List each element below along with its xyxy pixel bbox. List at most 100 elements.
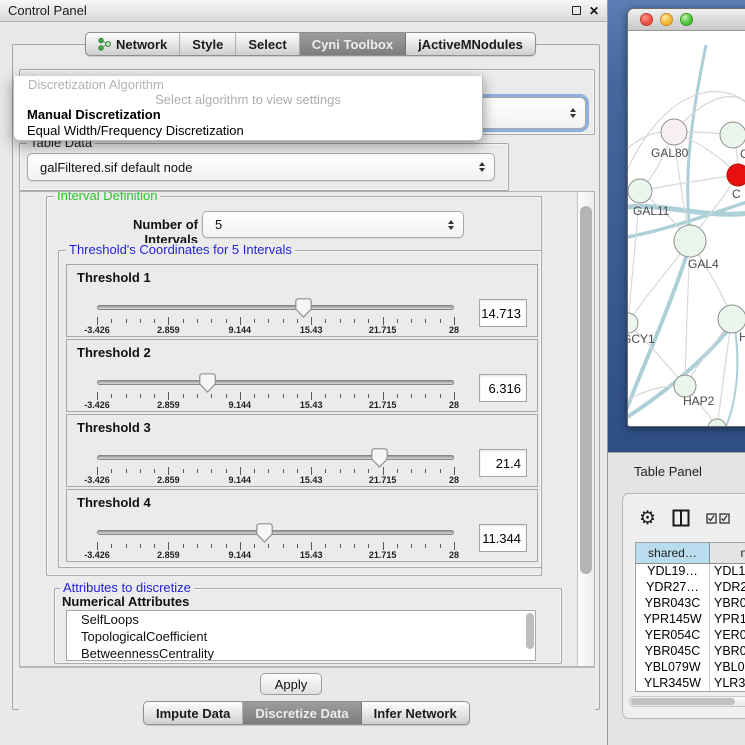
table-row[interactable]: YDL19…YDL1 bbox=[636, 564, 745, 580]
horizontal-scrollbar[interactable] bbox=[629, 696, 745, 707]
node-label: HAP2 bbox=[683, 394, 715, 408]
tab-style[interactable]: Style bbox=[180, 33, 236, 55]
table-cell: YDL19… bbox=[636, 564, 710, 580]
popup-item-manual-discretization[interactable]: Manual Discretization bbox=[14, 107, 482, 123]
threshold-slider-track[interactable] bbox=[97, 305, 454, 310]
threshold-value-field[interactable] bbox=[479, 524, 527, 552]
mode-tabstrip: Impute Data Discretize Data Infer Network bbox=[143, 701, 470, 725]
numerical-attributes-label: Numerical Attributes bbox=[62, 594, 189, 609]
attribute-list-item[interactable]: SelfLoops bbox=[67, 611, 535, 628]
table-data-combo[interactable]: galFiltered.sif default node bbox=[27, 153, 495, 181]
tab-label: Network bbox=[116, 37, 167, 52]
top-right-node[interactable] bbox=[720, 122, 745, 148]
combo-stepper-icon bbox=[570, 108, 576, 118]
table-cell: YDR2 bbox=[710, 580, 745, 596]
slider-handle-icon[interactable] bbox=[295, 298, 312, 318]
column-layout-icon[interactable] bbox=[672, 509, 690, 527]
threshold-slider-track[interactable] bbox=[97, 455, 454, 460]
thresholds-group-label: Threshold's Coordinates for 5 Intervals bbox=[66, 243, 295, 257]
tab-select[interactable]: Select bbox=[236, 33, 299, 55]
threshold-label: Threshold 4 bbox=[77, 495, 151, 510]
vertical-scrollbar[interactable] bbox=[577, 192, 594, 666]
h-node[interactable] bbox=[718, 305, 745, 333]
popup-prompt: Select algorithm to view settings bbox=[14, 92, 482, 107]
zoom-traffic-light-icon[interactable] bbox=[680, 13, 693, 26]
bottom-node[interactable] bbox=[708, 419, 726, 426]
table-cell: YDR27… bbox=[636, 580, 710, 596]
threshold-label: Threshold 1 bbox=[77, 270, 151, 285]
table-cell: YPR1 bbox=[710, 612, 745, 628]
red-node[interactable] bbox=[727, 164, 745, 186]
gcy1-node[interactable] bbox=[628, 313, 638, 333]
threshold-value-field[interactable] bbox=[479, 299, 527, 327]
table-row[interactable]: YER054CYER0 bbox=[636, 628, 745, 644]
threshold-label: Threshold 2 bbox=[77, 345, 151, 360]
tab-jactivemnodules[interactable]: jActiveMNodules bbox=[406, 33, 535, 55]
tab-label: Select bbox=[248, 37, 286, 52]
gear-icon[interactable]: ⚙ bbox=[639, 509, 656, 528]
table-row[interactable]: YBR043CYBR0 bbox=[636, 596, 745, 612]
table-row[interactable]: YPR145WYPR1 bbox=[636, 612, 745, 628]
network-edge[interactable] bbox=[724, 323, 737, 426]
table-cell: YLR3 bbox=[710, 676, 745, 692]
page-title: Control Panel bbox=[8, 3, 87, 18]
attributes-group-label: Attributes to discretize bbox=[60, 581, 194, 595]
algorithm-group-label: Discretization Algorithm bbox=[14, 76, 482, 92]
table-panel-title: Table Panel bbox=[634, 464, 702, 479]
tab-infer-network[interactable]: Infer Network bbox=[362, 702, 469, 724]
popup-item-equal-width[interactable]: Equal Width/Frequency Discretization bbox=[14, 123, 482, 139]
slider-handle-icon[interactable] bbox=[256, 523, 273, 543]
horizontal-scrollbar-thumb[interactable] bbox=[631, 698, 735, 705]
table-row[interactable]: YBL079WYBL0 bbox=[636, 660, 745, 676]
table-cell: YBR0 bbox=[710, 596, 745, 612]
network-canvas[interactable]: GAL80GACGAL11GAL4GCY1HHAP2 bbox=[628, 31, 745, 426]
num-intervals-combo[interactable]: 5 bbox=[202, 211, 464, 238]
threshold-label: Threshold 3 bbox=[77, 420, 151, 435]
threshold-slider-track[interactable] bbox=[97, 380, 454, 385]
slider-tick-labels: -3.4262.8599.14415.4321.71528 bbox=[97, 475, 454, 486]
minimize-traffic-light-icon[interactable] bbox=[660, 13, 673, 26]
attribute-list-item[interactable]: TopologicalCoefficient bbox=[67, 628, 535, 645]
apply-button[interactable]: Apply bbox=[260, 673, 322, 695]
column-header-1[interactable]: shared… bbox=[636, 543, 710, 563]
float-window-icon[interactable] bbox=[572, 6, 581, 15]
tab-label: Cyni Toolbox bbox=[312, 37, 393, 52]
node-table[interactable]: shared…nameYDL19…YDL1YDR27…YDR2YBR043CYB… bbox=[635, 542, 745, 692]
slider-handle-icon[interactable] bbox=[199, 373, 216, 393]
gal4-node[interactable] bbox=[674, 225, 706, 257]
attribute-list-item[interactable]: BetweennessCentrality bbox=[67, 645, 535, 661]
numerical-attributes-list[interactable]: SelfLoopsTopologicalCoefficientBetweenne… bbox=[66, 610, 536, 661]
table-row[interactable]: YLR345WYLR3 bbox=[636, 676, 745, 692]
tab-label: Discretize Data bbox=[255, 706, 348, 721]
tab-label: Impute Data bbox=[156, 706, 230, 721]
view-tabstrip: Network Style Select Cyni Toolbox jActiveMNo… bbox=[85, 32, 536, 56]
tab-discretize-data[interactable]: Discretize Data bbox=[243, 702, 361, 724]
table-cell: YLR345W bbox=[636, 676, 710, 692]
table-cell: YER054C bbox=[636, 628, 710, 644]
close-icon[interactable]: ✕ bbox=[589, 5, 599, 17]
checkbox-icons[interactable] bbox=[706, 513, 730, 524]
table-cell: YBR043C bbox=[636, 596, 710, 612]
threshold-value-field[interactable] bbox=[479, 374, 527, 402]
table-row[interactable]: YBR045CYBR0 bbox=[636, 644, 745, 660]
threshold-row: Threshold 3 -3.4262.8599.14415.4321.7152… bbox=[66, 414, 538, 487]
column-header-2[interactable]: name bbox=[710, 543, 745, 563]
threshold-slider-track[interactable] bbox=[97, 530, 454, 535]
table-row[interactable]: YDR27…YDR2 bbox=[636, 580, 745, 596]
slider-handle-icon[interactable] bbox=[371, 448, 388, 468]
node-label: GAL11 bbox=[633, 204, 670, 218]
threshold-value-field[interactable] bbox=[479, 449, 527, 477]
list-scrollbar-thumb[interactable] bbox=[526, 613, 534, 649]
gal80-node[interactable] bbox=[661, 119, 687, 145]
close-traffic-light-icon[interactable] bbox=[640, 13, 653, 26]
control-panel-titlebar: Control Panel ✕ bbox=[0, 0, 607, 22]
table-data-combo-value: galFiltered.sif default node bbox=[40, 160, 192, 175]
vertical-scrollbar-thumb[interactable] bbox=[580, 206, 592, 574]
tab-network[interactable]: Network bbox=[86, 33, 180, 55]
node-label: GA bbox=[740, 147, 745, 161]
network-view-window[interactable]: GAL80GACGAL11GAL4GCY1HHAP2 bbox=[627, 8, 745, 427]
table-cell: YBR045C bbox=[636, 644, 710, 660]
gal11-node[interactable] bbox=[628, 179, 652, 203]
tab-cyni-toolbox[interactable]: Cyni Toolbox bbox=[300, 33, 406, 55]
tab-impute-data[interactable]: Impute Data bbox=[144, 702, 243, 724]
